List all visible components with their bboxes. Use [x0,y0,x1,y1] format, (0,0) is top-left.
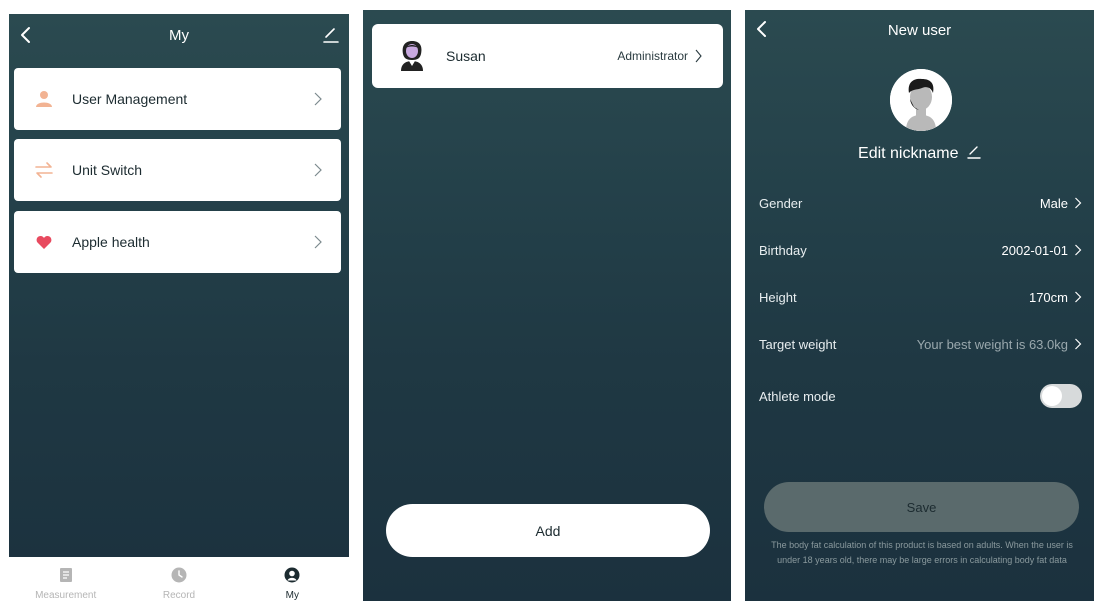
toggle-knob [1042,386,1062,406]
target-weight-row[interactable]: Target weight Your best weight is 63.0kg [759,334,1082,354]
page-title: My [169,27,189,44]
body-fat-disclaimer: The body fat calculation of this product… [771,540,1073,565]
chevron-right-icon [1075,244,1082,256]
row-label: Birthday [759,242,807,258]
target-weight-value: Your best weight is 63.0kg [916,336,1068,352]
tab-label: Record [162,590,196,601]
menu-item-unit-switch[interactable]: Unit Switch [14,139,341,201]
person-icon [35,90,53,108]
row-label: Athlete mode [759,388,836,404]
gender-row[interactable]: Gender Male [759,193,1082,213]
row-label: Height [759,289,797,305]
row-label: Target weight [759,336,837,352]
chevron-right-icon [1075,338,1082,350]
birthday-value: 2002-01-01 [1001,242,1069,258]
user-list-item[interactable]: Susan Administrator [372,24,723,88]
header: My [9,14,349,58]
tab-label: My [285,590,299,601]
menu-item-label: Unit Switch [72,162,143,178]
female-avatar-icon [401,41,423,71]
chevron-right-icon [314,163,322,177]
gender-value: Male [1039,195,1068,211]
tab-measurement[interactable]: Measurement [9,557,122,601]
height-value: 170cm [1028,289,1068,305]
user-name: Susan [446,48,486,64]
avatar[interactable] [890,69,952,131]
add-user-button[interactable]: Add [386,504,710,557]
chevron-right-icon [695,49,702,63]
new-user-screen: New user Edit nickname Gender Male Birth… [745,10,1094,601]
height-row[interactable]: Height 170cm [759,287,1082,307]
header: New user [745,10,1094,54]
menu-item-label: Apple health [72,234,150,250]
menu-item-user-management[interactable]: User Management [14,68,341,130]
edit-nickname[interactable]: Edit nickname [745,145,1094,163]
chevron-right-icon [314,92,322,106]
page-title: New user [887,22,952,39]
swap-arrows-icon [35,161,53,179]
athlete-mode-toggle[interactable] [1040,384,1082,408]
bottom-tab-bar: Measurement Record My [9,557,349,601]
heart-icon [35,233,53,251]
my-screen: My User Management Unit Switch Apple hea… [9,14,349,601]
tab-label: Measurement [35,590,97,601]
clock-icon [171,567,187,583]
row-label: Gender [759,195,803,211]
edit-pen-icon[interactable] [323,26,339,44]
birthday-row[interactable]: Birthday 2002-01-01 [759,240,1082,260]
tab-record[interactable]: Record [122,557,235,601]
nickname-label: Edit nickname [858,145,959,162]
user-role: Administrator [617,49,688,63]
menu-item-apple-health[interactable]: Apple health [14,211,341,273]
chevron-right-icon [1075,291,1082,303]
chevron-right-icon [314,235,322,249]
user-icon [284,567,300,583]
save-button[interactable]: Save [764,482,1079,532]
edit-pen-icon [967,146,981,159]
tab-my[interactable]: My [236,557,349,601]
chevron-right-icon [1075,197,1082,209]
athlete-mode-row: Athlete mode [759,384,1082,408]
male-avatar-icon [890,69,952,131]
user-management-screen: Susan Administrator Add [363,10,731,601]
menu-item-label: User Management [72,91,188,107]
document-icon [59,568,72,582]
